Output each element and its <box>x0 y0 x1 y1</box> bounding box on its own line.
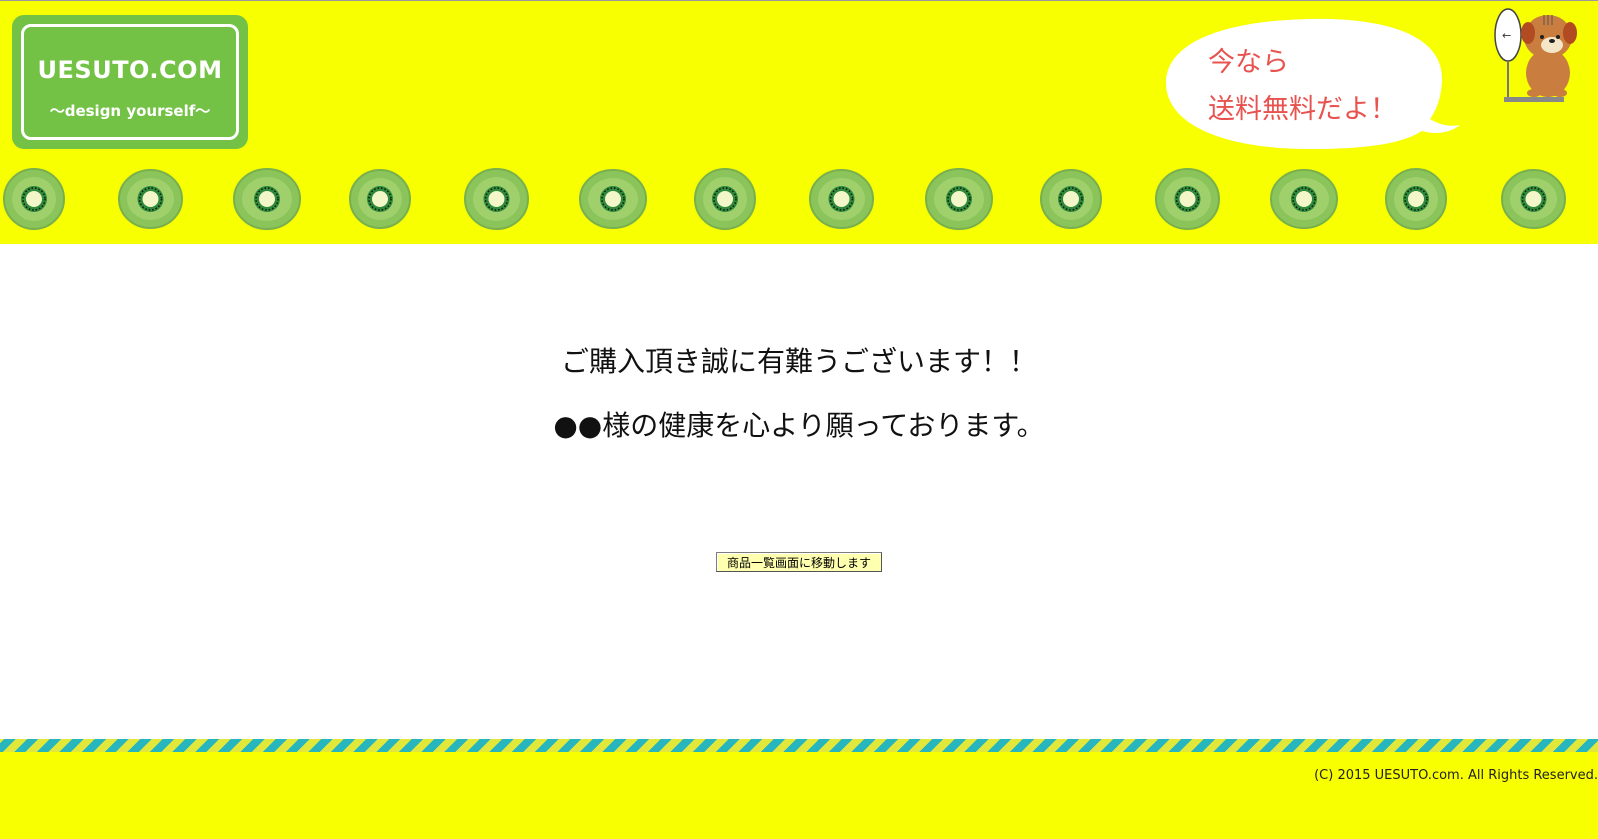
kiwi-slice-icon <box>693 167 757 235</box>
bubble-text-now: 今なら <box>1208 47 1289 78</box>
copyright-text: (C) 2015 UESUTO.com. All Rights Reserved… <box>1314 768 1598 783</box>
site-logo[interactable]: UESUTO.COM 〜design yourself〜 <box>12 15 248 149</box>
health-wish-message: ●●様の健康を心より願っております。 <box>553 409 1045 442</box>
kiwi-slice-icon <box>1500 168 1567 234</box>
thanks-message: ご購入頂き誠に有難うございます！！ <box>560 345 1037 378</box>
footer-stripe-divider <box>0 739 1598 752</box>
dog-mascot-icon: ← <box>1494 3 1598 111</box>
kiwi-slice-icon <box>2 167 66 235</box>
bubble-text-free-shipping: 送料無料だよ！ <box>1208 94 1397 125</box>
kiwi-slice-icon <box>808 168 875 234</box>
kiwi-slice-icon <box>1384 167 1448 235</box>
kiwi-slice-icon <box>1039 168 1103 234</box>
speech-bubble-shape <box>1166 18 1460 149</box>
site-header: UESUTO.COM 〜design yourself〜 今なら 送料無料だよ！… <box>0 0 1598 244</box>
free-shipping-speech-bubble: 今なら 送料無料だよ！ <box>1160 15 1466 151</box>
main-content: ご購入頂き誠に有難うございます！！ ●●様の健康を心より願っております。 商品一… <box>0 244 1598 739</box>
kiwi-slice-icon <box>232 167 302 235</box>
svg-text:←: ← <box>1502 29 1511 42</box>
logo-title: UESUTO.COM <box>37 56 223 84</box>
kiwi-slice-icon <box>924 167 994 235</box>
kiwi-slice-icon <box>117 168 184 234</box>
kiwi-slice-icon <box>578 168 648 234</box>
go-to-product-list-button[interactable]: 商品一覧画面に移動します <box>716 552 882 572</box>
page: UESUTO.COM 〜design yourself〜 今なら 送料無料だよ！… <box>0 0 1598 839</box>
logo-tagline: 〜design yourself〜 <box>49 102 211 120</box>
site-footer: (C) 2015 UESUTO.com. All Rights Reserved… <box>0 752 1598 839</box>
kiwi-slice-icon <box>463 167 530 235</box>
kiwi-slice-icon <box>1269 168 1339 234</box>
kiwi-decoration-row <box>0 167 1598 233</box>
kiwi-slice-icon <box>348 168 412 234</box>
kiwi-slice-icon <box>1154 167 1221 235</box>
